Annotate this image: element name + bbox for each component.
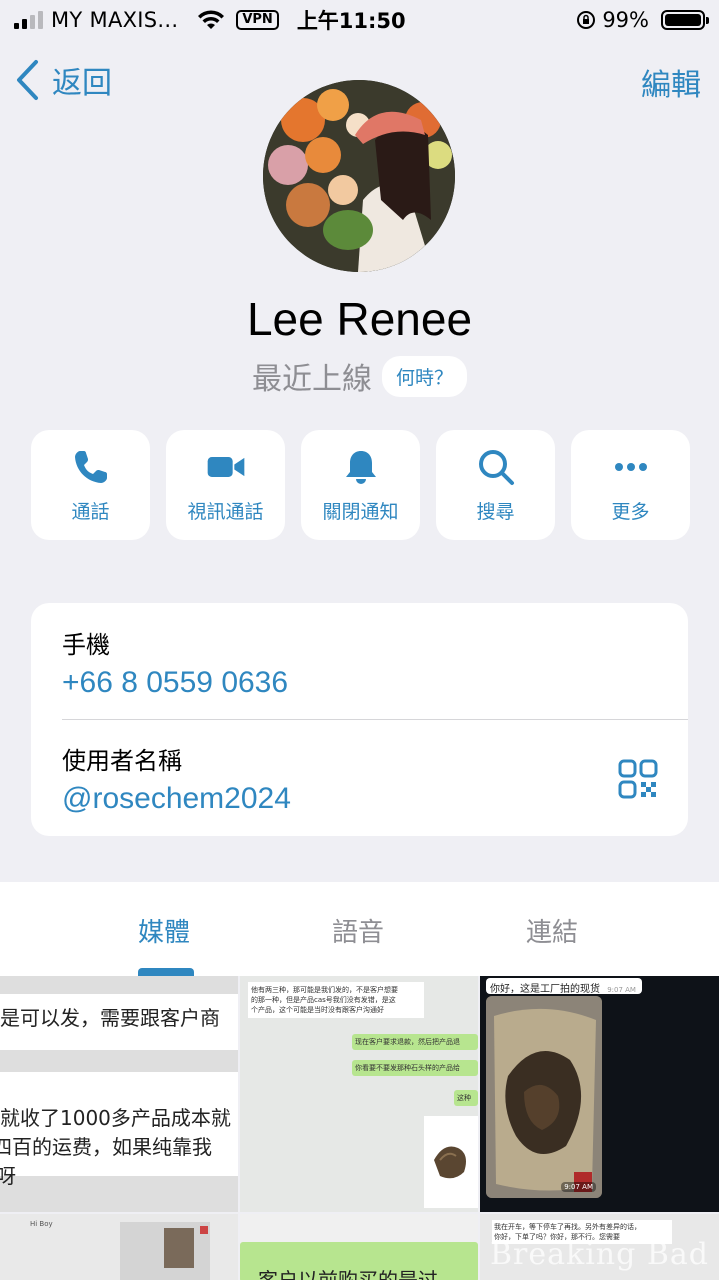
video-icon xyxy=(207,456,244,477)
tab-media[interactable]: 媒體 xyxy=(138,912,190,949)
status-bar: MY MAXIS... VPN 上午11:50 99% xyxy=(0,0,719,40)
chat-line: 你好，这是工厂拍的现货 xyxy=(490,984,600,995)
chat-bubble: 你看要不要发那种石头样的产品给 xyxy=(352,1060,478,1076)
media-thumbnail[interactable]: 他有两三种，那可能是我们发的，不是客户想要 的那一种，但是产品cas号我们没有发… xyxy=(240,976,478,1212)
chat-bubble: 你好，这是工厂拍的现货 9:07 AM xyxy=(486,978,642,995)
phone-label: 手機 xyxy=(62,631,110,659)
when-button[interactable]: 何時？ xyxy=(381,355,467,397)
carrier-name: MY MAXIS... xyxy=(51,8,179,32)
search-button[interactable]: 搜尋 xyxy=(436,430,555,540)
phone-row[interactable]: 手機 +66 8 0559 0636 xyxy=(62,625,288,700)
battery-percent: 99% xyxy=(602,8,649,32)
action-buttons: 通話 視訊通話 關閉通知 搜尋 更多 xyxy=(31,430,690,540)
wifi-icon xyxy=(198,10,225,29)
chat-bubble: 是可以发，需要跟客户商 xyxy=(0,994,238,1050)
chat-bubble: 他有两三种，那可能是我们发的，不是客户想要 的那一种，但是产品cas号我们没有发… xyxy=(248,982,424,1018)
username-value[interactable]: @rosechem2024 xyxy=(62,782,291,816)
message-time: 9:07 AM xyxy=(607,986,636,994)
phone-icon xyxy=(74,450,107,483)
avatar[interactable] xyxy=(263,80,455,272)
photo-message: 9:07 AM xyxy=(486,996,602,1198)
media-thumbnail[interactable]: 我在开车，等下停车了再找。另外有差异的话， 你好，下单了吗？你好，那不行。您需要… xyxy=(480,1214,719,1280)
media-thumbnail[interactable]: 你好，这是工厂拍的现货 9:07 AM 9:07 AM xyxy=(480,976,719,1212)
username-row[interactable]: 使用者名稱 @rosechem2024 xyxy=(62,741,291,816)
video-call-button[interactable]: 視訊通話 xyxy=(166,430,285,540)
contact-info-card: 手機 +66 8 0559 0636 使用者名稱 @rosechem2024 xyxy=(31,603,688,836)
status-time: 上午11:50 xyxy=(296,9,406,33)
call-button[interactable]: 通話 xyxy=(31,430,150,540)
search-label: 搜尋 xyxy=(476,500,515,523)
chat-line: 四百的运费，如果纯靠我 xyxy=(0,1135,212,1159)
product-photo xyxy=(486,996,602,1198)
chat-bubble: 客户以前购买的是过 xyxy=(240,1242,478,1280)
back-label: 返回 xyxy=(52,66,112,101)
active-tab-indicator xyxy=(138,968,194,976)
product-photo xyxy=(434,1146,466,1179)
chat-line: 就收了1000多产品成本就 xyxy=(0,1106,231,1130)
watermark: Breaking Bad xyxy=(490,1237,709,1272)
last-seen-text: 最近上線 xyxy=(251,362,372,397)
media-tabs: 媒體 語音 連結 xyxy=(0,882,719,976)
signal-strength-icon xyxy=(14,11,43,29)
orientation-lock-icon xyxy=(577,11,596,29)
photo-message xyxy=(424,1116,478,1208)
photo-message xyxy=(120,1222,210,1280)
mute-label: 關閉通知 xyxy=(322,500,399,523)
back-button[interactable]: 返回 xyxy=(14,58,112,102)
media-grid: 是可以发，需要跟客户商 就收了1000多产品成本就 四百的运费，如果纯靠我 呀 … xyxy=(0,976,719,1280)
message-time: 9:07 AM xyxy=(561,1182,596,1192)
chat-bubble: 这种 xyxy=(454,1090,478,1106)
more-icon xyxy=(614,462,647,471)
more-button[interactable]: 更多 xyxy=(571,430,690,540)
avatar-photo xyxy=(263,80,455,272)
chevron-left-icon xyxy=(17,60,38,100)
chat-line: Hi Boy xyxy=(30,1220,53,1228)
video-call-label: 視訊通話 xyxy=(187,500,264,523)
chat-line: 他有两三种，那可能是我们发的，不是客户想要 xyxy=(251,986,398,994)
phone-number[interactable]: +66 8 0559 0636 xyxy=(62,666,288,700)
call-label: 通話 xyxy=(71,500,110,523)
bell-icon xyxy=(345,450,376,484)
vpn-badge: VPN xyxy=(236,10,279,30)
more-label: 更多 xyxy=(611,500,650,523)
divider xyxy=(62,719,688,720)
chat-line: 个产品，这个可能是当时没有跟客户沟通好 xyxy=(251,1006,384,1014)
chat-line: 呀 xyxy=(0,1164,16,1188)
chat-line: 我在开车，等下停车了再找。另外有差异的话， xyxy=(494,1223,641,1231)
battery-icon xyxy=(661,10,709,30)
username-label: 使用者名稱 xyxy=(62,747,182,775)
chat-line: 的那一种，但是产品cas号我们没有发错，是这 xyxy=(251,996,396,1004)
media-thumbnail[interactable]: Hi Boy xyxy=(0,1214,238,1280)
tab-links[interactable]: 連結 xyxy=(526,912,578,949)
media-thumbnail[interactable]: 客户以前购买的是过 xyxy=(240,1214,478,1280)
chat-bubble: 就收了1000多产品成本就 四百的运费，如果纯靠我 呀 xyxy=(0,1072,238,1188)
contact-name: Lee Renee xyxy=(246,293,473,345)
mute-button[interactable]: 關閉通知 xyxy=(301,430,420,540)
chat-bubble: 现在客户要求退款，然后把产品退 xyxy=(352,1034,478,1050)
tab-voice[interactable]: 語音 xyxy=(332,912,384,949)
presence-row: 最近上線 何時？ xyxy=(0,354,719,398)
qr-code-icon[interactable] xyxy=(618,759,658,799)
search-icon xyxy=(478,449,514,485)
edit-button[interactable]: 編輯 xyxy=(641,60,701,104)
media-thumbnail[interactable]: 是可以发，需要跟客户商 就收了1000多产品成本就 四百的运费，如果纯靠我 呀 xyxy=(0,976,238,1212)
